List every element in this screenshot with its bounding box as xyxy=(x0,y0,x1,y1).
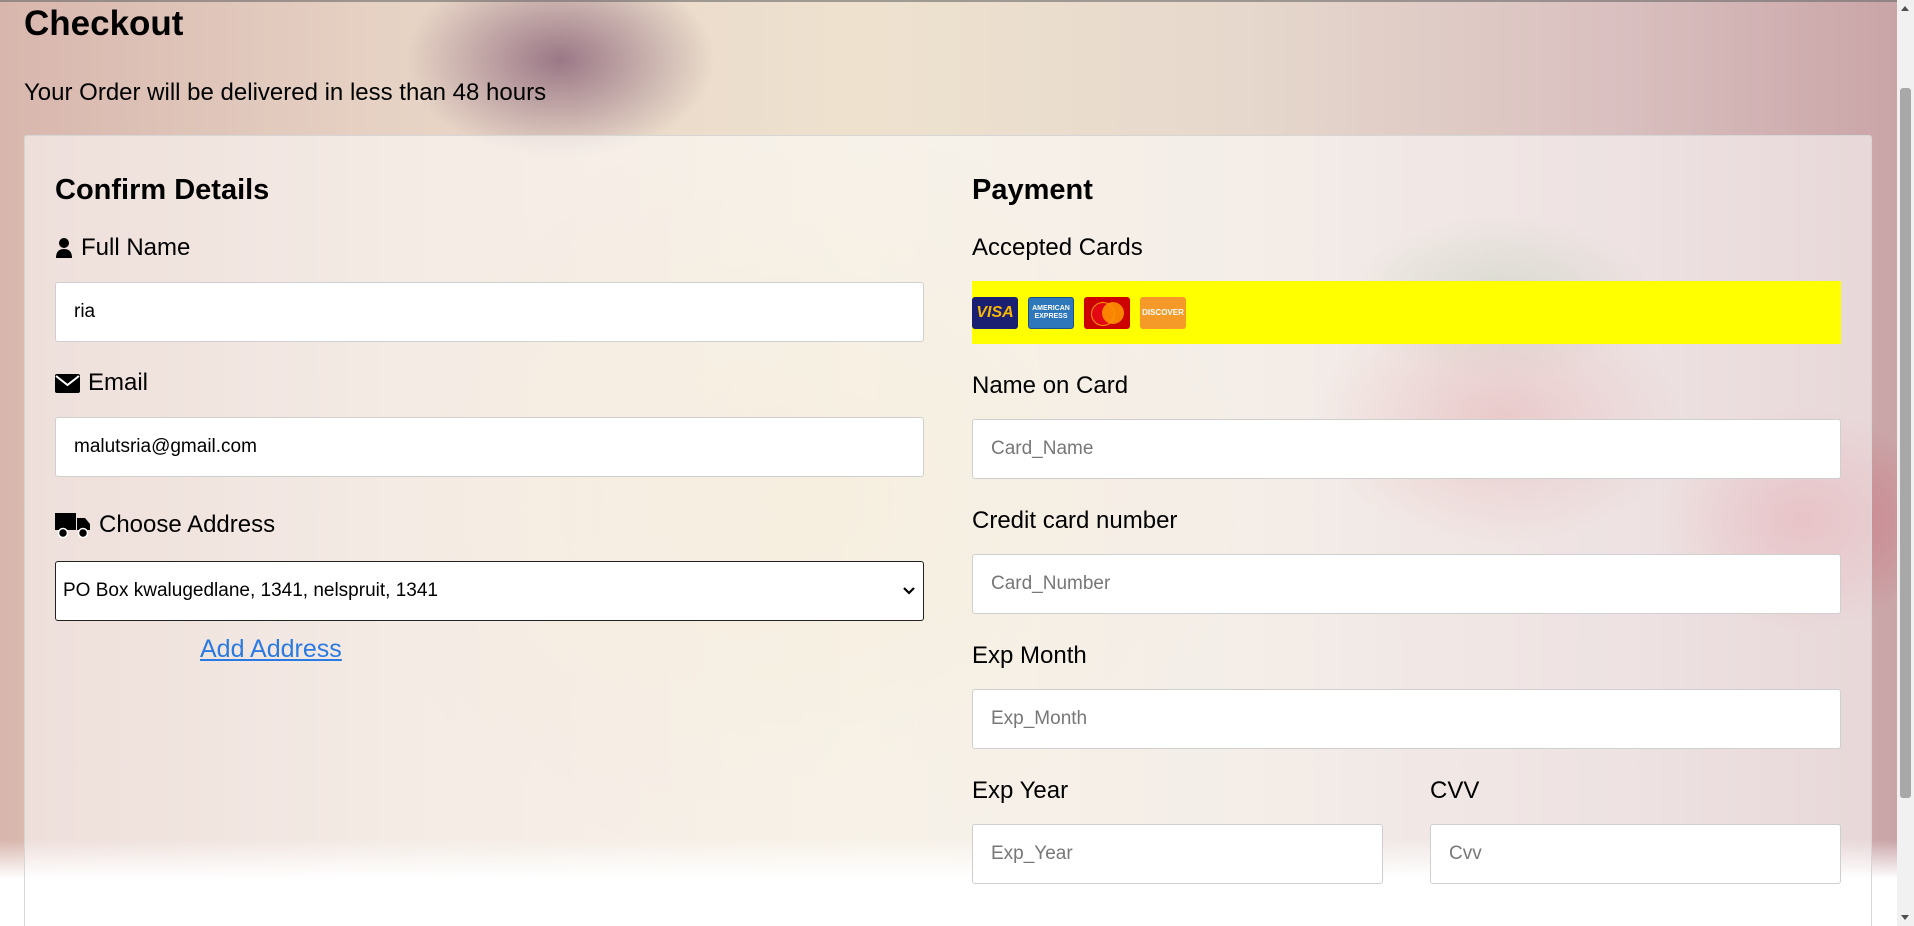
confirm-details-heading: Confirm Details xyxy=(55,174,270,206)
exp-month-input[interactable] xyxy=(972,689,1841,749)
address-label: Choose Address xyxy=(55,511,275,539)
email-label: Email xyxy=(55,369,148,397)
scroll-up-arrow-icon[interactable] xyxy=(1901,6,1909,11)
amex-card-icon: AMERICAN EXPRESS xyxy=(1028,296,1074,329)
scroll-down-arrow-icon[interactable] xyxy=(1901,915,1909,920)
full-name-label: Full Name xyxy=(55,234,190,262)
exp-year-label: Exp Year xyxy=(972,777,1069,804)
address-selected-value: PO Box kwalugedlane, 1341, nelspruit, 13… xyxy=(63,580,438,601)
exp-year-input[interactable] xyxy=(972,824,1383,884)
checkout-panel: Confirm Details Full Name Email Choos xyxy=(24,135,1872,926)
delivery-notice: Your Order will be delivered in less tha… xyxy=(24,79,547,106)
visa-card-icon: VISA xyxy=(972,296,1018,329)
exp-month-label: Exp Month xyxy=(972,642,1087,669)
email-input[interactable] xyxy=(55,417,924,477)
address-label-text: Choose Address xyxy=(99,511,276,538)
scrollbar-thumb[interactable] xyxy=(1900,88,1911,798)
vertical-scrollbar[interactable] xyxy=(1897,0,1914,926)
card-number-label: Credit card number xyxy=(972,507,1178,534)
add-address-link[interactable]: Add Address xyxy=(200,635,342,664)
accepted-cards-strip: VISA AMERICAN EXPRESS DISCOVER xyxy=(972,281,1841,344)
full-name-input[interactable] xyxy=(55,282,924,342)
top-border xyxy=(0,0,1914,2)
card-name-input[interactable] xyxy=(972,419,1841,479)
email-label-text: Email xyxy=(88,369,149,396)
chevron-down-icon xyxy=(902,580,916,602)
checkout-page: Checkout Your Order will be delivered in… xyxy=(0,0,1914,926)
payment-heading: Payment xyxy=(972,174,1093,206)
discover-card-icon: DISCOVER xyxy=(1140,296,1186,329)
address-select[interactable]: PO Box kwalugedlane, 1341, nelspruit, 13… xyxy=(55,561,924,621)
card-number-input[interactable] xyxy=(972,554,1841,614)
cvv-input[interactable] xyxy=(1430,824,1841,884)
user-icon xyxy=(55,237,73,259)
mastercard-icon xyxy=(1084,296,1130,329)
name-on-card-label: Name on Card xyxy=(972,372,1129,399)
envelope-icon xyxy=(55,373,80,393)
page-title: Checkout xyxy=(24,4,184,43)
full-name-label-text: Full Name xyxy=(81,234,191,261)
truck-icon xyxy=(55,511,91,539)
accepted-cards-label: Accepted Cards xyxy=(972,234,1143,261)
cvv-label: CVV xyxy=(1430,777,1480,804)
